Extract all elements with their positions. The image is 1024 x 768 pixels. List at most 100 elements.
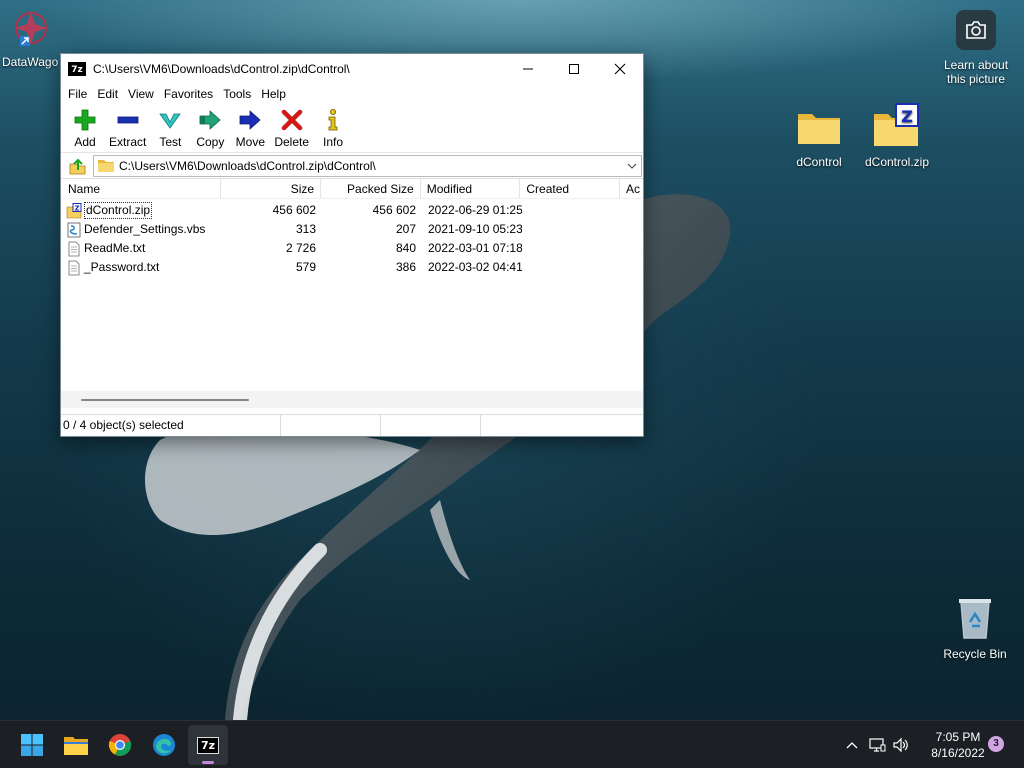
start-button[interactable] (12, 725, 52, 765)
address-bar: C:\Users\VM6\Downloads\dControl.zip\dCon… (61, 153, 643, 179)
folder-icon (798, 114, 840, 144)
camera-label-line1: Learn about (943, 58, 1009, 72)
file-name: _Password.txt (84, 260, 160, 274)
status-bar: 0 / 4 object(s) selected (61, 414, 643, 436)
camera-icon (956, 10, 996, 50)
test-button[interactable]: Test (150, 105, 190, 149)
network-button[interactable] (864, 737, 890, 753)
title-bar[interactable]: 7z C:\Users\VM6\Downloads\dControl.zip\d… (61, 54, 643, 83)
desktop-icon-dcontrol-folder[interactable]: dControl (777, 106, 861, 169)
file-size: 2 726 (285, 241, 316, 255)
edge-icon (153, 734, 175, 756)
svg-text:Z: Z (74, 204, 79, 212)
camera-label-line2: this picture (946, 72, 1006, 86)
volume-button[interactable] (890, 737, 912, 753)
desktop-icon-label: Recycle Bin (943, 647, 1007, 661)
clock-time: 7:05 PM (935, 730, 981, 744)
desktop-icon-datawago[interactable]: DataWago (0, 8, 68, 69)
status-selection: 0 / 4 object(s) selected (61, 415, 281, 436)
recycle-bin-icon (959, 599, 991, 639)
copy-button[interactable]: Copy (190, 105, 230, 149)
zip-archive-icon: Z (874, 103, 919, 146)
delete-x-icon (281, 109, 302, 131)
menu-tools[interactable]: Tools (218, 83, 256, 105)
file-name-cell: ReadMe.txt (61, 239, 222, 258)
clock-date: 8/16/2022 (931, 746, 985, 760)
move-button[interactable]: Move (230, 105, 270, 149)
info-button[interactable]: Info (313, 105, 353, 149)
menu-favorites[interactable]: Favorites (159, 83, 218, 105)
file-name: ReadMe.txt (84, 241, 146, 255)
menu-file[interactable]: File (63, 83, 92, 105)
column-accessed[interactable]: Ac (620, 179, 643, 198)
up-folder-button[interactable] (61, 153, 93, 179)
column-name[interactable]: Name (61, 179, 222, 198)
file-explorer-button[interactable] (56, 725, 96, 765)
column-size[interactable]: Size (221, 179, 322, 198)
file-list[interactable]: Name Size Packed Size Modified Created A… (61, 179, 643, 408)
file-packed-size: 840 (395, 241, 416, 255)
zip-file-icon: Z (66, 202, 82, 218)
table-row[interactable]: _Password.txt 579 386 2022-03-02 04:41 (61, 258, 643, 277)
7zip-taskbar-button[interactable]: 7z (188, 725, 228, 765)
info-label: Info (323, 135, 344, 149)
desktop-icon-dcontrol-zip[interactable]: Z dControl.zip (855, 102, 939, 169)
table-row[interactable]: Z dControl.zip 456 602 456 602 2022-06-2… (61, 201, 643, 220)
status-panel-3 (381, 415, 481, 436)
plus-icon (74, 109, 96, 131)
minimize-button[interactable] (505, 54, 551, 83)
delete-button[interactable]: Delete (270, 105, 313, 149)
start-icon (21, 734, 43, 756)
add-button[interactable]: Add (65, 105, 105, 149)
menu-edit[interactable]: Edit (92, 83, 123, 105)
close-button[interactable] (597, 54, 643, 83)
edge-button[interactable] (144, 725, 184, 765)
extract-button[interactable]: Extract (105, 105, 150, 149)
column-header-row: Name Size Packed Size Modified Created A… (61, 179, 643, 199)
minimize-icon (523, 68, 533, 69)
delete-label: Delete (274, 135, 310, 149)
address-dropdown[interactable] (623, 163, 641, 169)
horizontal-scrollbar[interactable] (61, 391, 643, 408)
toolbar: Add Extract Test Copy Move Delete Info (61, 105, 643, 153)
menu-view[interactable]: View (123, 83, 159, 105)
svg-text:Z: Z (901, 107, 913, 126)
table-row[interactable]: Defender_Settings.vbs 313 207 2021-09-10… (61, 220, 643, 239)
chevron-up-icon (846, 742, 858, 749)
chrome-button[interactable] (100, 725, 140, 765)
desktop-icon-label: dControl.zip (864, 155, 930, 169)
menu-bar: File Edit View Favorites Tools Help (61, 83, 643, 105)
status-panel-4 (481, 415, 643, 436)
file-packed-size: 456 602 (372, 203, 416, 217)
show-hidden-icons-button[interactable] (840, 741, 864, 749)
desktop-icon-recycle-bin[interactable]: Recycle Bin (933, 596, 1017, 661)
7zip-file-manager-window: 7z C:\Users\VM6\Downloads\dControl.zip\d… (60, 53, 644, 437)
column-created[interactable]: Created (520, 179, 621, 198)
file-name: dControl.zip (84, 202, 153, 219)
status-panel-2 (281, 415, 381, 436)
camera-learn-button[interactable]: Learn about this picture (934, 10, 1018, 86)
7zip-icon: 7z (197, 736, 219, 754)
file-modified: 2021-09-10 05:23 (428, 222, 522, 236)
notification-badge[interactable]: 3 (988, 736, 1004, 752)
table-row[interactable]: ReadMe.txt 2 726 840 2022-03-01 07:18 (61, 239, 643, 258)
test-label: Test (159, 135, 182, 149)
column-packed-size[interactable]: Packed Size (321, 179, 421, 198)
network-icon (869, 738, 886, 752)
file-explorer-icon (64, 737, 88, 755)
text-file-icon (68, 260, 80, 275)
address-combobox[interactable]: C:\Users\VM6\Downloads\dControl.zip\dCon… (93, 154, 642, 177)
file-modified: 2022-03-02 04:41 (428, 260, 522, 274)
maximize-button[interactable] (551, 54, 597, 83)
desktop-icon-label: DataWago (2, 55, 59, 69)
scrollbar-thumb[interactable] (81, 399, 249, 401)
7zip-app-icon: 7z (68, 61, 86, 76)
file-packed-size: 207 (395, 222, 416, 236)
move-label: Move (235, 135, 266, 149)
up-arrow-icon (69, 158, 86, 174)
file-size: 313 (295, 222, 316, 236)
menu-help[interactable]: Help (256, 83, 291, 105)
system-tray (840, 721, 912, 768)
column-modified[interactable]: Modified (421, 179, 521, 198)
clock[interactable]: 7:05 PM 8/16/2022 (920, 729, 996, 761)
